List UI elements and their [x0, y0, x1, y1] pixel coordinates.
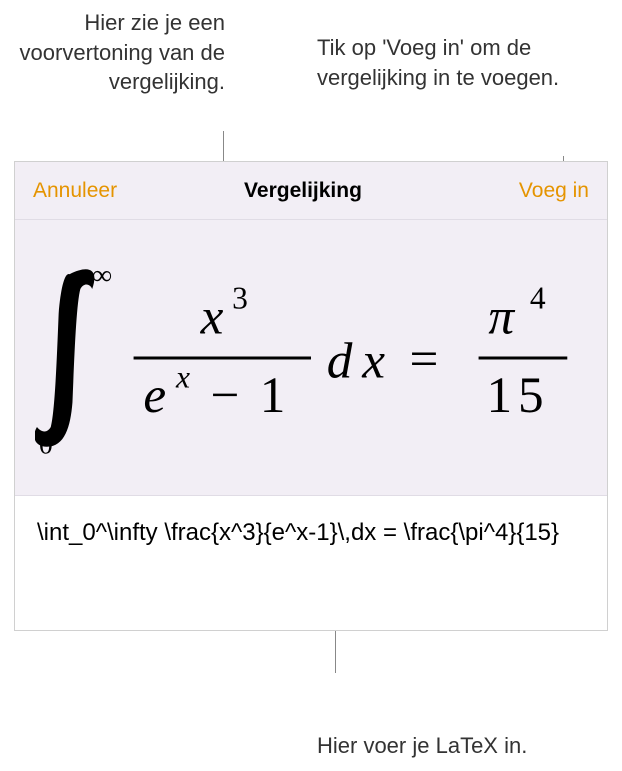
- svg-text:1: 1: [486, 367, 512, 424]
- svg-text:x: x: [361, 332, 385, 389]
- latex-input[interactable]: \int_0^\infty \frac{x^3}{e^x-1}\,dx = \f…: [15, 496, 607, 630]
- callout-insert-text: Tik op 'Voeg in' om de vergelijking in t…: [317, 33, 622, 92]
- svg-text:3: 3: [232, 280, 248, 315]
- svg-text:∞: ∞: [92, 259, 112, 290]
- svg-text:π: π: [488, 288, 515, 345]
- dialog-toolbar: Annuleer Vergelijking Voeg in: [15, 162, 607, 220]
- svg-text:−: −: [210, 367, 239, 424]
- svg-text:1: 1: [260, 367, 286, 424]
- svg-text:e: e: [143, 367, 166, 424]
- equation-dialog: Annuleer Vergelijking Voeg in ∞ 0 x 3 e …: [14, 161, 608, 631]
- svg-text:4: 4: [530, 280, 546, 315]
- dialog-title: Vergelijking: [87, 179, 519, 203]
- callout-preview-text: Hier zie je een voorvertoning van de ver…: [0, 8, 225, 97]
- rendered-equation: ∞ 0 x 3 e x − 1 d x = π 4 1 5: [35, 253, 587, 463]
- svg-text:=: =: [410, 330, 439, 387]
- svg-text:0: 0: [39, 428, 53, 459]
- svg-text:d: d: [327, 332, 353, 389]
- callout-latex-text: Hier voer je LaTeX in.: [317, 731, 537, 761]
- insert-button[interactable]: Voeg in: [519, 179, 589, 203]
- svg-text:x: x: [175, 359, 190, 394]
- svg-text:x: x: [200, 288, 224, 345]
- svg-text:5: 5: [518, 367, 544, 424]
- equation-preview: ∞ 0 x 3 e x − 1 d x = π 4 1 5: [15, 220, 607, 496]
